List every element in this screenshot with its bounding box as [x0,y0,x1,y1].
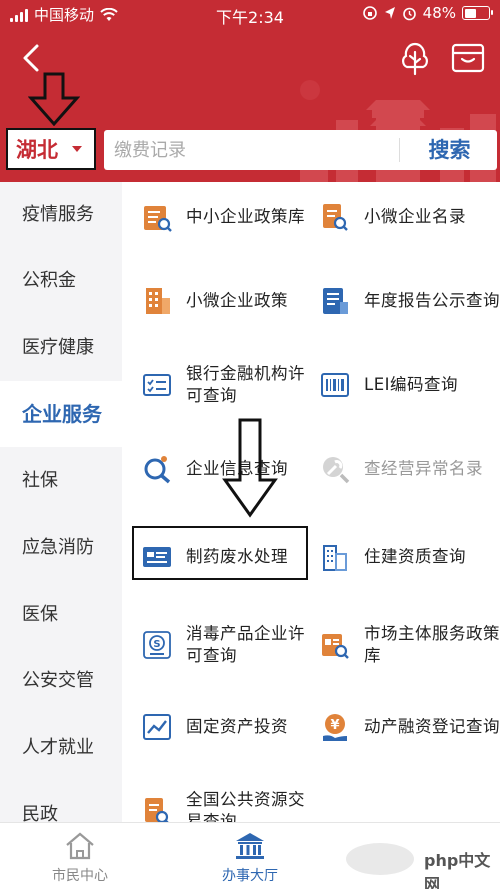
service-label: 消毒产品企业许可查询 [186,624,305,665]
service-item[interactable]: 市场主体服务政策库 [320,610,500,680]
service-item[interactable]: 年度报告公示查询 [320,266,500,336]
sidebar-item-medical-insurance[interactable]: 医保 [0,582,122,648]
report-icon [323,288,348,314]
service-label: 全国公共资源交易查询 [186,790,305,822]
search-bar: 搜索 [104,130,497,170]
bank-icon [236,833,264,859]
service-label: 动产融资登记查询 [364,717,500,736]
line-chart-icon [143,714,171,740]
service-item[interactable]: 住建资质查询 [320,522,500,592]
barcode-icon [321,373,349,397]
tab-citizen-center[interactable]: 市民中心 [0,823,160,889]
category-sidebar: 疫情服务 公积金 医疗健康 企业服务 社保 应急消防 医保 公安交管 人才就业 … [0,182,122,822]
alarm-icon [402,7,416,20]
bottom-navigation: 市民中心 办事大厅 php中文网 [0,822,500,889]
sidebar-item-emergency[interactable]: 应急消防 [0,515,122,581]
sidebar-item-employment[interactable]: 人才就业 [0,715,122,781]
wrench-magnifier-icon [323,457,350,484]
rotation-lock-icon [362,6,377,20]
service-item[interactable]: 小微企业名录 [320,182,500,252]
service-grid: 中小企业政策库 小微企业政策 银行金融机构许可查询 企业信息查询 制药废水处理 … [122,182,500,822]
building-icon [146,288,170,314]
location-icon [384,7,395,19]
service-label: 小微企业名录 [364,207,466,226]
service-label: 市场主体服务政策库 [364,624,500,665]
header: 中国移动 下午2:34 48% 湖北 缴费记录 搜索 [0,0,500,182]
search-input[interactable] [114,130,394,170]
magnifier-company-icon [144,456,171,484]
annotation-arrow-down [222,418,278,518]
sidebar-item-healthcare[interactable]: 医疗健康 [0,315,122,381]
svg-text:¥: ¥ [330,718,339,733]
service-label: 年度报告公示查询 [364,291,500,310]
checklist-card-icon [143,374,171,396]
service-item[interactable]: 固定资产投资 [142,692,322,762]
annotation-highlight-box [132,526,308,580]
service-label: 查经营异常名录 [364,459,483,478]
service-item[interactable]: 全国公共资源交易查询 [142,776,322,822]
sidebar-item-enterprise[interactable]: 企业服务 [0,381,122,447]
buildings-icon [323,545,347,571]
service-label: 银行金融机构许可查询 [186,364,305,405]
policy-list-icon [144,206,172,232]
service-label: 住建资质查询 [364,547,466,566]
back-icon[interactable] [14,40,50,76]
market-policy-icon [322,634,349,659]
home-icon [66,832,94,860]
service-item[interactable]: 银行金融机构许可查询 [142,350,322,420]
watermark-text: php中文网 [424,851,491,889]
battery-percent: 48% [422,4,456,22]
tab-label: 办事大厅 [222,868,278,884]
battery-icon [462,6,493,20]
service-item[interactable]: LEI编码查询 [320,350,500,420]
caret-down-icon [72,146,82,152]
document-search-icon [323,204,348,231]
service-item[interactable]: 中小企业政策库 [142,182,322,252]
php-logo-icon [346,843,414,875]
sidebar-item-housing-fund[interactable]: 公积金 [0,248,122,314]
certificate-seal-icon: S [143,631,171,659]
region-label: 湖北 [16,138,58,162]
sidebar-item-epidemic[interactable]: 疫情服务 [0,182,122,248]
service-item[interactable]: S 消毒产品企业许可查询 [142,610,322,680]
search-button[interactable]: 搜索 [402,130,497,170]
service-label: LEI编码查询 [364,375,458,394]
service-item[interactable]: 查经营异常名录 [320,434,500,504]
svg-text:S: S [153,639,160,650]
region-selector[interactable]: 湖北 [6,128,96,170]
document-search-icon [145,798,169,822]
status-bar: 中国移动 下午2:34 48% [0,0,500,30]
sidebar-item-social-security[interactable]: 社保 [0,448,122,514]
sidebar-item-civil-affairs[interactable]: 民政 [0,782,122,822]
service-label: 中小企业政策库 [186,207,305,226]
watermark: php中文网 [334,835,494,889]
sidebar-item-traffic[interactable]: 公安交管 [0,648,122,714]
service-label: 小微企业政策 [186,291,288,310]
yuan-hand-icon: ¥ [323,714,347,741]
annotation-arrow-down [28,72,80,126]
service-label: 固定资产投资 [186,717,288,736]
tab-service-hall[interactable]: 办事大厅 [170,823,330,889]
tab-label: 市民中心 [52,868,108,884]
search-divider [399,138,400,162]
service-item[interactable]: ¥ 动产融资登记查询 [320,692,500,762]
service-item[interactable]: 小微企业政策 [142,266,322,336]
